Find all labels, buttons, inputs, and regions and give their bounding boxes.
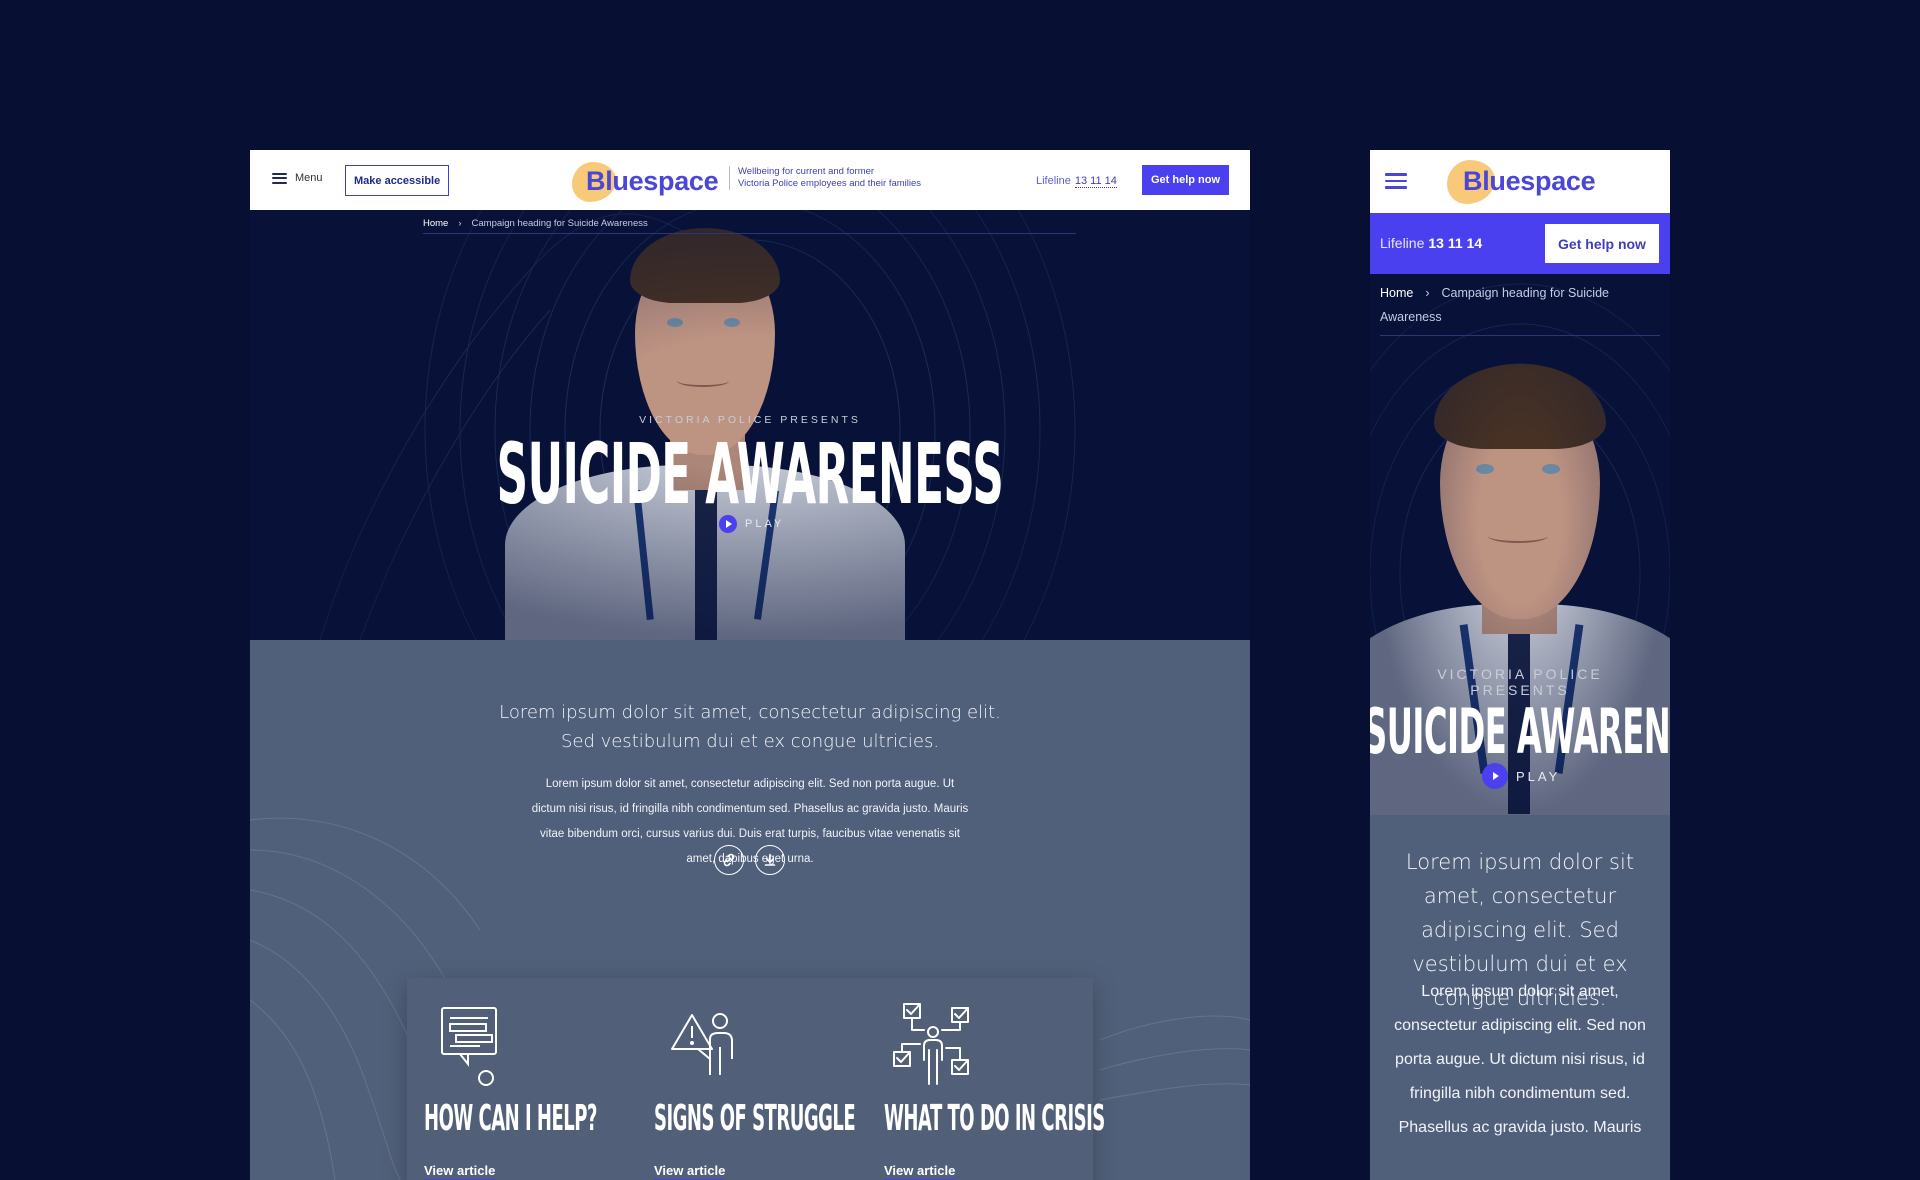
card-how-can-i-help[interactable]: HOW CAN I HELP? View article [424, 978, 644, 1180]
chat-list-icon [441, 1007, 497, 1086]
mobile-header: Bluespace [1370, 150, 1670, 213]
lifeline: Lifeline 13 11 14 [1380, 235, 1482, 251]
breadcrumb-home-link[interactable]: Home [423, 218, 448, 233]
download-icon [764, 853, 776, 866]
menu-label: Menu [295, 172, 323, 184]
breadcrumb-home-link[interactable]: Home [1380, 286, 1413, 300]
card-title: WHAT TO DO IN CRISIS [884, 1098, 1105, 1139]
checklist-person-icon [893, 1003, 969, 1085]
intro-body: Lorem ipsum dolor sit amet, consectetur … [1394, 983, 1646, 1136]
intro-section: Lorem ipsum dolor sit amet, consectetur … [250, 640, 1250, 1180]
warning-person-icon [671, 1013, 733, 1075]
lifeline-number-link[interactable]: 13 11 14 [1074, 175, 1117, 188]
play-button[interactable]: PLAY [719, 515, 784, 533]
play-button[interactable]: PLAY [1482, 763, 1560, 789]
card-what-to-do-in-crisis[interactable]: WHAT TO DO IN CRISIS View article [884, 978, 1105, 1180]
view-article-link[interactable]: View article [424, 1163, 496, 1180]
card-title: HOW CAN I HELP? [424, 1098, 597, 1139]
make-accessible-button[interactable]: Make accessible [345, 165, 450, 196]
lifeline-label: Lifeline [1380, 235, 1425, 251]
logo-text: Bluespace [1463, 166, 1596, 196]
bluespace-logo[interactable]: Bluespace [570, 160, 719, 202]
mobile-intro-section: Lorem ipsum dolor sit amet, consectetur … [1370, 815, 1670, 1180]
intro-body: Lorem ipsum dolor sit amet, consectetur … [531, 778, 969, 865]
tagline-line-2: Victoria Police employees and their fami… [738, 178, 922, 189]
article-cards: HOW CAN I HELP? View article SIGNS OF ST… [407, 978, 1105, 1180]
view-article-link[interactable]: View article [884, 1163, 956, 1180]
lifeline-label: Lifeline [1036, 175, 1071, 187]
lifeline-bar: Lifeline 13 11 14 Get help now [1370, 213, 1670, 274]
get-help-now-button[interactable]: Get help now [1545, 224, 1659, 263]
tagline-line-1: Wellbeing for current and former [738, 166, 875, 177]
site-tagline: Wellbeing for current and former Victori… [729, 166, 921, 190]
play-icon [719, 515, 737, 533]
site-header: Menu Make accessible Bluespace Wellbeing… [250, 150, 1250, 210]
mobile-frame: Bluespace Lifeline13 11 14 Get help now [1370, 150, 1670, 1180]
hamburger-icon [272, 172, 287, 184]
mobile-hero: Home › Campaign heading for Suicide Awaren… [1370, 274, 1670, 815]
card-signs-of-struggle[interactable]: SIGNS OF STRUGGLE View article [654, 978, 874, 1180]
view-article-link[interactable]: View article [654, 1163, 726, 1180]
chevron-right-icon: › [458, 218, 462, 229]
link-icon [723, 853, 735, 867]
bluespace-logo[interactable]: Bluespace [1447, 158, 1596, 204]
breadcrumb-current: Campaign heading for Suicide Awareness [471, 218, 648, 229]
get-help-now-button[interactable]: Get help now [1142, 165, 1229, 195]
breadcrumb: Home › Campaign heading for Suicide Awaren… [1380, 281, 1660, 336]
play-label: PLAY [1516, 768, 1561, 784]
chevron-right-icon: › [1425, 286, 1430, 300]
play-icon [1482, 763, 1508, 789]
breadcrumb-current: Campaign heading for Suicide Awareness [1380, 286, 1609, 324]
logo-text: Bluespace [586, 166, 719, 196]
menu-button[interactable]: Menu [272, 172, 323, 184]
intro-lead: Lorem ipsum dolor sit amet, consectetur … [499, 702, 1001, 752]
lifeline: Lifeline 13 11 14 [1036, 175, 1117, 188]
hero-title: SUICIDE AWARENESS [1370, 695, 1670, 768]
card-title: SIGNS OF STRUGGLE [654, 1098, 856, 1139]
breadcrumb: Home › Campaign heading for Suicide Awar… [423, 218, 1076, 234]
download-button[interactable] [755, 845, 785, 875]
lifeline-number-link[interactable]: 13 11 14 [1428, 235, 1482, 251]
copy-link-button[interactable] [714, 845, 744, 875]
hero-eyebrow: VICTORIA POLICE PRESENTS [1437, 666, 1603, 698]
desktop-frame: Menu Make accessible Bluespace Wellbeing… [250, 150, 1250, 1180]
hero-title: SUICIDE AWARENESS [496, 425, 1004, 523]
hero: Home › Campaign heading for Suicide Awar… [250, 210, 1250, 640]
play-label: PLAY [745, 518, 785, 530]
hamburger-icon[interactable] [1385, 173, 1407, 189]
